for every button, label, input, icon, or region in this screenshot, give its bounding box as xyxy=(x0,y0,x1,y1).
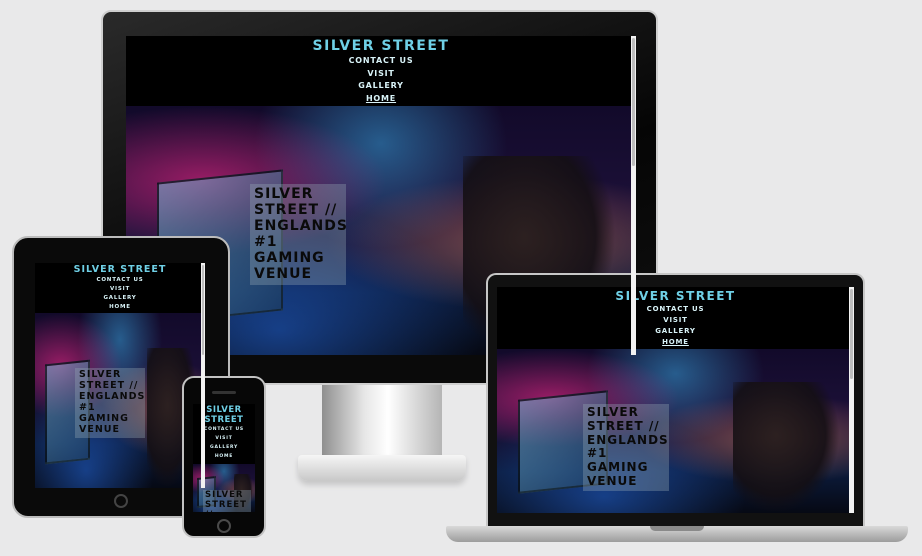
hero-caption-line: ENGLANDS xyxy=(254,218,348,235)
hero-caption: SILVER STREET // ENGLANDS #1 GAMING VENU… xyxy=(250,184,348,285)
nav-link-visit[interactable]: VISIT xyxy=(497,315,854,326)
site-brand[interactable]: SILVER STREET xyxy=(126,38,636,55)
nav-link-home[interactable]: HOME xyxy=(497,337,854,348)
site-brand[interactable]: SILVER STREET xyxy=(497,289,854,304)
nav-link-contact[interactable]: CONTACT US xyxy=(35,276,205,285)
hero-caption-line: GAMING xyxy=(254,250,325,267)
site-brand[interactable]: SILVER STREET xyxy=(35,264,205,276)
site-navbar: SILVER STREET CONTACT US VISIT GALLERY H… xyxy=(35,263,205,314)
nav-link-gallery[interactable]: GALLERY xyxy=(126,80,636,93)
hero-caption: SILVER STREET // ENGLANDS #1 GAMING VENU… xyxy=(203,490,251,512)
nav-link-gallery[interactable]: GALLERY xyxy=(35,294,205,303)
hero-caption-line: STREET // xyxy=(254,202,338,219)
hero-caption-line: SILVER xyxy=(254,186,314,202)
laptop-site-screen: SILVER STREET CONTACT US VISIT GALLERY H… xyxy=(497,287,854,513)
hero-caption-line: #1 xyxy=(587,446,608,461)
phone-speaker xyxy=(212,391,236,394)
hero-caption: SILVER STREET // ENGLANDS #1 GAMING VENU… xyxy=(75,368,145,438)
phone-home-button xyxy=(217,519,231,533)
hero-image: SILVER STREET // ENGLANDS #1 GAMING VENU… xyxy=(497,349,854,513)
hero-caption-line: VENUE xyxy=(254,266,313,283)
hero-caption: SILVER STREET // ENGLANDS #1 GAMING VENU… xyxy=(583,404,669,491)
laptop-notch xyxy=(650,526,704,531)
monitor-stand-base xyxy=(298,455,466,481)
hero-caption-line: VENUE xyxy=(587,473,638,488)
hero-caption-line: GAMING xyxy=(587,460,649,475)
nav-link-contact[interactable]: CONTACT US xyxy=(497,304,854,315)
nav-link-home[interactable]: HOME xyxy=(35,303,205,312)
scrollbar[interactable] xyxy=(201,263,205,488)
nav-link-visit[interactable]: VISIT xyxy=(35,285,205,294)
hero-caption-line: GAMING xyxy=(79,412,129,424)
hero-caption-line: #1 xyxy=(254,234,278,251)
scrollbar-thumb[interactable] xyxy=(202,265,204,355)
nav-link-home[interactable]: HOME xyxy=(126,93,636,106)
hero-image: SILVER STREET // ENGLANDS #1 GAMING VENU… xyxy=(35,313,205,488)
hero-caption-line: STREET // xyxy=(205,499,247,512)
scrollbar-thumb[interactable] xyxy=(850,289,853,380)
scrollbar[interactable] xyxy=(849,287,854,513)
site-navbar: SILVER STREET CONTACT US VISIT GALLERY H… xyxy=(497,287,854,351)
scrollbar-thumb[interactable] xyxy=(632,38,635,166)
nav-link-gallery[interactable]: GALLERY xyxy=(497,326,854,337)
hero-caption-line: VENUE xyxy=(79,423,120,435)
monitor-stand-neck xyxy=(322,383,442,463)
site-navbar: SILVER STREET CONTACT US VISIT GALLERY H… xyxy=(126,36,636,108)
hero-caption-line: SILVER xyxy=(587,405,639,419)
scrollbar[interactable] xyxy=(631,36,636,355)
nav-link-visit[interactable]: VISIT xyxy=(126,68,636,81)
hero-caption-line: STREET // xyxy=(587,418,660,433)
nav-link-contact[interactable]: CONTACT US xyxy=(126,55,636,68)
tablet-site-screen: SILVER STREET CONTACT US VISIT GALLERY H… xyxy=(35,263,205,488)
hero-caption-line: ENGLANDS xyxy=(587,432,669,447)
tablet-home-button xyxy=(114,494,128,508)
